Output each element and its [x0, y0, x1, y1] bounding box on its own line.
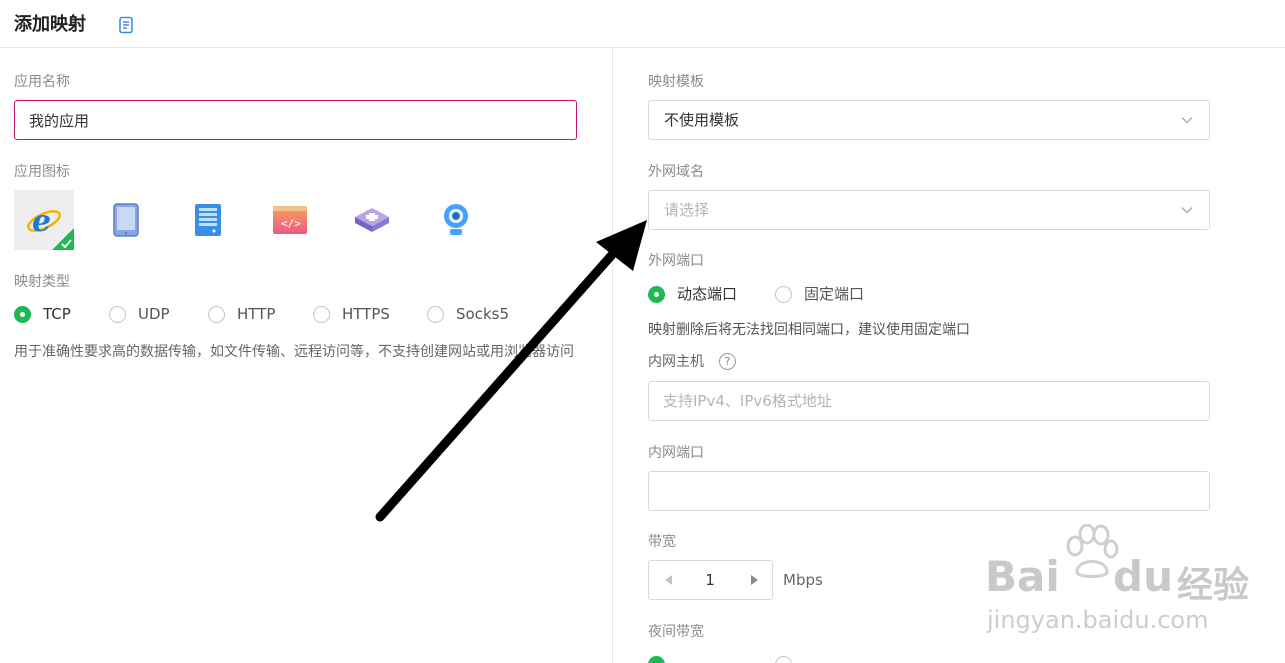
radio-socks5[interactable]: Socks5 [427, 303, 509, 325]
app-icon-label: 应用图标 [14, 164, 70, 180]
app-icon-option-network-device[interactable] [342, 190, 402, 250]
app-icon-option-ie[interactable]: e [14, 190, 74, 250]
radio-udp[interactable]: UDP [109, 303, 170, 325]
radio-dot [14, 305, 31, 323]
watermark-brand-2: du [1113, 552, 1173, 601]
webcam-icon [444, 204, 468, 235]
radio-label: UDP [138, 305, 170, 323]
triangle-right-icon [751, 575, 758, 585]
increment-button[interactable] [736, 561, 772, 599]
radio-label: 固定端口 [804, 285, 865, 303]
selected-check-icon [52, 228, 74, 250]
template-select[interactable]: 不使用模板 [648, 100, 1210, 140]
night-bandwidth-radio-dot[interactable] [648, 656, 665, 663]
radio-http[interactable]: HTTP [208, 303, 275, 325]
radio-dot [775, 285, 792, 303]
bandwidth-unit: Mbps [783, 571, 823, 589]
radio-label: 动态端口 [677, 285, 738, 303]
network-device-icon [355, 208, 389, 232]
radio-dot [427, 305, 444, 323]
internal-host-input[interactable] [648, 381, 1210, 421]
app-name-input[interactable] [14, 100, 577, 140]
domain-select-placeholder: 请选择 [664, 201, 710, 219]
page-title: 添加映射 [14, 14, 86, 35]
app-icon-option-code-window[interactable]: </> [260, 190, 320, 250]
internal-port-label: 内网端口 [648, 445, 704, 461]
radio-label: Socks5 [456, 305, 509, 323]
tablet-icon [113, 203, 139, 237]
app-icon-option-tablet[interactable] [96, 190, 156, 250]
chevron-down-icon [1181, 117, 1193, 124]
bandwidth-value: 1 [705, 571, 715, 589]
radio-label: TCP [43, 305, 71, 323]
radio-dot [109, 305, 126, 323]
server-icon [195, 204, 221, 236]
internal-port-input[interactable] [648, 471, 1210, 511]
help-icon[interactable]: ? [719, 353, 736, 370]
external-port-hint: 映射删除后将无法找回相同端口，建议使用固定端口 [648, 322, 970, 338]
app-name-label: 应用名称 [14, 74, 70, 90]
mapping-type-label: 映射类型 [14, 274, 70, 290]
radio-dot [208, 305, 225, 323]
baidu-jingyan-watermark: Bai du 经验 jingyan.baidu.com [985, 520, 1275, 650]
app-icon-option-server[interactable] [178, 190, 238, 250]
radio-dot [313, 305, 330, 323]
domain-select[interactable]: 请选择 [648, 190, 1210, 230]
night-bandwidth-radio-dot-2[interactable] [775, 656, 792, 663]
template-label: 映射模板 [648, 74, 704, 90]
svg-text:e: e [32, 204, 51, 239]
watermark-cn: 经验 [1177, 565, 1250, 606]
night-bandwidth-label: 夜间带宽 [648, 624, 704, 640]
paw-logo-icon [1066, 524, 1119, 578]
external-port-label: 外网端口 [648, 253, 704, 269]
template-select-value: 不使用模板 [664, 111, 740, 129]
document-icon[interactable] [118, 16, 134, 34]
chevron-down-icon [1181, 207, 1193, 214]
radio-dynamic-port[interactable]: 动态端口 [648, 283, 737, 305]
radio-label: HTTP [237, 305, 276, 323]
svg-text:</>: </> [281, 217, 301, 230]
radio-label: HTTPS [342, 305, 390, 323]
column-divider [612, 48, 613, 663]
triangle-left-icon [665, 575, 672, 585]
watermark-brand: Bai [985, 552, 1060, 601]
radio-dot [648, 285, 665, 303]
decrement-button[interactable] [651, 561, 687, 599]
bandwidth-label: 带宽 [648, 534, 676, 550]
code-window-icon: </> [273, 206, 307, 234]
internal-host-label: 内网主机 [648, 354, 704, 370]
radio-tcp[interactable]: TCP [14, 303, 71, 325]
watermark-url: jingyan.baidu.com [987, 606, 1209, 634]
domain-label: 外网域名 [648, 164, 704, 180]
radio-https[interactable]: HTTPS [313, 303, 390, 325]
app-icon-option-webcam[interactable] [426, 190, 486, 250]
bandwidth-stepper[interactable]: 1 [648, 560, 773, 600]
mapping-type-description: 用于准确性要求高的数据传输，如文件传输、远程访问等，不支持创建网站或用浏览器访问 [14, 344, 574, 360]
radio-fixed-port[interactable]: 固定端口 [775, 283, 864, 305]
page-header: 添加映射 [0, 0, 1285, 48]
